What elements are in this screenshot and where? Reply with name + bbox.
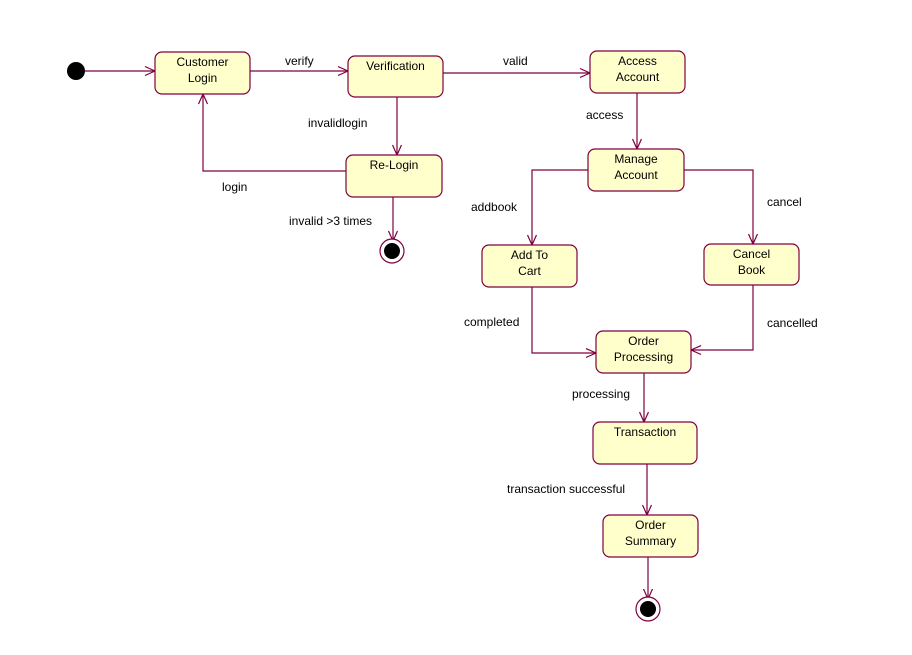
- transition-label: invalidlogin: [308, 116, 367, 130]
- transition-label: addbook: [471, 200, 518, 214]
- state-customer-login[interactable]: Customer Login: [154, 51, 251, 95]
- transition-line: [684, 169, 754, 244]
- state-label: Order: [628, 334, 659, 348]
- state-access-account[interactable]: Access Account: [589, 50, 686, 94]
- state-label: Summary: [625, 534, 676, 548]
- state-label: Cart: [518, 264, 541, 278]
- transition-line: [691, 285, 754, 351]
- state-diagram: verify valid invalidlogin login invalid >3 t…: [67, 50, 818, 622]
- transition-verify: verify: [250, 54, 350, 77]
- state-order-processing[interactable]: Order Processing: [595, 330, 692, 374]
- transition-label: transaction successful: [507, 482, 625, 496]
- state-manage-account[interactable]: Manage Account: [587, 148, 685, 192]
- transition-label: processing: [572, 387, 630, 401]
- state-label: Manage: [614, 152, 658, 166]
- transition-invalid3: invalid >3 times: [289, 197, 399, 243]
- transition-label: invalid >3 times: [289, 214, 372, 228]
- state-label: Cancel: [733, 247, 770, 261]
- state-re-login[interactable]: Re-Login: [345, 154, 443, 198]
- transition-label: verify: [285, 54, 314, 68]
- transition-success: transaction successful: [507, 464, 653, 517]
- state-label: Book: [738, 263, 766, 277]
- state-label: Verification: [366, 59, 425, 73]
- state-label: Account: [614, 168, 658, 182]
- state-label: Add To: [511, 248, 548, 262]
- transition-login: login: [197, 92, 346, 194]
- state-verification[interactable]: Verification: [347, 55, 444, 98]
- transition-label: login: [222, 180, 247, 194]
- transition-valid: valid: [443, 54, 592, 79]
- transition-addbook: addbook: [471, 169, 588, 247]
- transition-invalidlogin: invalidlogin: [308, 97, 403, 157]
- state-label: Order: [635, 518, 666, 532]
- transition-label: valid: [503, 54, 528, 68]
- state-add-to-cart[interactable]: Add To Cart: [481, 244, 578, 288]
- initial-state-icon: [67, 62, 85, 80]
- state-order-summary[interactable]: Order Summary: [602, 514, 699, 558]
- final-state-icon: [635, 596, 661, 622]
- transition-cancelled: cancelled: [689, 285, 818, 356]
- final-state-icon: [379, 238, 405, 264]
- state-label: Account: [616, 70, 660, 84]
- transition-completed: completed: [464, 287, 598, 359]
- transition-line: [531, 169, 588, 245]
- transition-end: [642, 557, 654, 601]
- state-transaction[interactable]: Transaction: [592, 421, 698, 465]
- state-label: Access: [618, 54, 657, 68]
- state-label: Processing: [614, 350, 673, 364]
- transition-label: access: [586, 108, 623, 122]
- state-label: Transaction: [614, 425, 676, 439]
- state-label: Customer: [176, 55, 228, 69]
- transition-line: [531, 287, 596, 354]
- transition-label: cancel: [767, 195, 802, 209]
- transition-label: cancelled: [767, 316, 818, 330]
- transition-cancel: cancel: [684, 169, 802, 246]
- transition-start: [85, 65, 157, 77]
- state-label: Re-Login: [370, 158, 419, 172]
- state-label: Login: [188, 71, 217, 85]
- transition-line: [202, 94, 346, 172]
- transition-processing: processing: [572, 373, 650, 424]
- transition-access: access: [586, 93, 643, 151]
- state-cancel-book[interactable]: Cancel Book: [703, 243, 800, 286]
- transition-label: completed: [464, 315, 519, 329]
